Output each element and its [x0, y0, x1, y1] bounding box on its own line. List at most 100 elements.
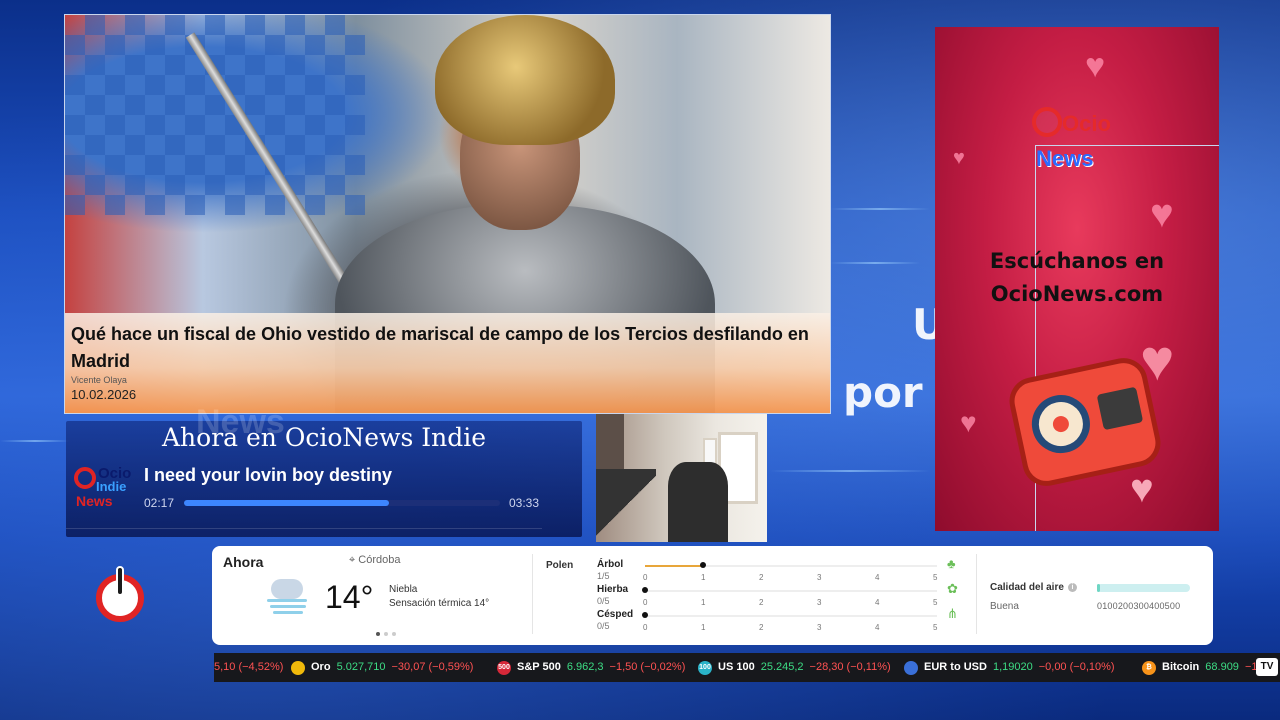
pollen-tick: 5 — [933, 623, 938, 632]
ocionews-ad-banner[interactable]: ♥ ♥ ♥ ♥ ♥ ♥ Ocio News Escúchanos en Ocio… — [935, 27, 1219, 531]
ticker-symbol-icon: ₿ — [1142, 660, 1156, 675]
pollen-tick: 3 — [817, 623, 822, 632]
power-ring-icon — [1032, 107, 1062, 137]
pollen-tick: 2 — [759, 598, 764, 607]
fog-line — [267, 599, 307, 602]
ticker-symbol-icon: 500 — [497, 660, 511, 675]
pollen-marker — [642, 587, 648, 593]
news-date: 10.02.2026 — [71, 387, 137, 402]
pollen-tick: 0 — [643, 598, 648, 607]
market-ticker: 5,10 (−4,52%) Oro 5.027,710 −30,07 (−0,59%)… — [214, 653, 1280, 682]
weather-now-label: Ahora — [223, 554, 264, 570]
ticker-item[interactable]: 5,10 (−4,52%) — [214, 653, 283, 682]
pollen-row: Césped 0/5 0 1 2 3 4 5 ⋔ — [597, 606, 967, 634]
carousel-dot[interactable] — [376, 632, 380, 636]
ticker-item[interactable]: ₿ Bitcoin 68.909 −1 — [1142, 653, 1257, 682]
song-title: I need your lovin boy destiny — [144, 465, 393, 485]
cam-chair — [668, 462, 728, 542]
pollen-fill — [645, 565, 703, 567]
pollen-tick: 0 — [643, 623, 648, 632]
ticker-price: 1,19020 — [992, 661, 1033, 673]
news-photo-flag — [65, 15, 365, 215]
ticker-change: −1,50 (−0,02%) — [609, 661, 686, 673]
air-quality-value: Buena — [990, 601, 1019, 612]
herb-icon: ✿ — [947, 581, 958, 596]
pollen-name: Césped — [597, 609, 634, 620]
background-light-streak — [0, 440, 70, 442]
pollen-value: 1/5 — [597, 571, 610, 581]
air-quality-title: Calidad del aire i — [990, 582, 1077, 593]
news-author: Vicente Olaya — [71, 375, 127, 385]
pollen-name: Árbol — [597, 559, 624, 570]
power-ring-icon — [74, 467, 96, 489]
ticker-item[interactable]: Oro 5.027,710 −30,07 (−0,59%) — [291, 653, 473, 682]
webcam-view — [596, 414, 767, 542]
grass-icon: ⋔ — [947, 606, 958, 621]
feels-like: Sensación térmica 14° — [389, 598, 490, 609]
tradingview-logo[interactable]: TV — [1256, 658, 1278, 676]
pollen-track — [642, 587, 937, 593]
carousel-dot[interactable] — [384, 632, 388, 636]
location-name: Córdoba — [358, 554, 401, 566]
ocionews-logo: Ocio News — [1032, 107, 1219, 531]
progress-bar[interactable] — [184, 500, 500, 506]
elapsed-time: 02:17 — [144, 496, 175, 510]
ticker-name: US 100 — [718, 661, 755, 673]
ticker-change: 5,10 (−4,52%) — [214, 661, 284, 673]
location-pin-icon: ⌖ — [349, 554, 356, 566]
weather-location[interactable]: ⌖ Córdoba — [349, 554, 400, 567]
cam-wall-shadow — [596, 414, 624, 474]
fog-icon — [267, 579, 311, 615]
tree-icon: ♣ — [947, 556, 956, 571]
ad-text: Escúchanos en OcioNews.com — [935, 245, 1219, 311]
heart-icon: ♥ — [953, 147, 965, 169]
pollen-row: Hierba 0/5 0 1 2 3 4 5 ✿ — [597, 581, 967, 609]
news-card[interactable]: Qué hace un fiscal de Ohio vestido de ma… — [64, 14, 831, 414]
pollen-track — [642, 612, 937, 618]
background-light-streak — [770, 470, 930, 472]
pollen-tick: 3 — [817, 573, 822, 582]
player-title: Ahora en OcioNews Indie — [162, 423, 487, 452]
radio-speaker — [1096, 386, 1144, 431]
air-quality-label: Calidad del aire — [990, 582, 1064, 593]
logo-top: Ocio — [1062, 111, 1111, 136]
ad-line-2: OcioNews.com — [990, 282, 1164, 306]
air-quality-scale: 0100200300400500 — [1097, 601, 1181, 611]
pollen-tick: 5 — [933, 598, 938, 607]
power-button[interactable] — [96, 566, 144, 622]
background-light-streak — [830, 208, 930, 210]
ticker-item[interactable]: EUR to USD 1,19020 −0,00 (−0,10%) — [904, 653, 1115, 682]
ticker-name: EUR to USD — [924, 661, 987, 673]
carousel-dot[interactable] — [392, 632, 396, 636]
pollen-track — [645, 562, 937, 568]
ticker-item[interactable]: 100 US 100 25.245,2 −28,30 (−0,11%) — [698, 653, 891, 682]
ticker-change: −0,00 (−0,10%) — [1038, 661, 1115, 673]
news-caption: Qué hace un fiscal de Ohio vestido de ma… — [65, 313, 830, 413]
power-icon-bar — [116, 566, 124, 596]
heart-icon: ♥ — [960, 407, 977, 438]
cam-stairs — [596, 469, 656, 542]
logo-line-2: Indie — [96, 479, 127, 494]
pollen-tick: 1 — [701, 598, 706, 607]
fog-line — [273, 611, 303, 614]
ticker-change: −28,30 (−0,11%) — [809, 661, 891, 673]
pollen-tick: 1 — [701, 623, 706, 632]
ticker-item[interactable]: 500 S&P 500 6.962,3 −1,50 (−0,02%) — [497, 653, 685, 682]
pollen-tick: 5 — [933, 573, 938, 582]
background-text-fragment: por — [843, 368, 923, 417]
carousel-dots[interactable] — [376, 632, 396, 636]
fog-line — [270, 605, 306, 608]
ticker-name: S&P 500 — [517, 661, 561, 673]
logo-line-3: News — [76, 493, 113, 509]
news-headline[interactable]: Qué hace un fiscal de Ohio vestido de ma… — [71, 321, 824, 375]
ticker-name: Oro — [311, 661, 331, 673]
weather-widget: Ahora ⌖ Córdoba 14° Niebla Sensación tér… — [212, 546, 1213, 645]
info-icon[interactable]: i — [1067, 582, 1077, 592]
ticker-name: Bitcoin — [1162, 661, 1200, 673]
pollen-marker — [700, 562, 706, 568]
pollen-tick: 2 — [759, 573, 764, 582]
divider — [66, 528, 542, 529]
weather-condition: Niebla — [389, 584, 418, 595]
radio-player: News Ahora en OcioNews Indie Ocio Indie … — [66, 403, 582, 537]
pollen-tick: 2 — [759, 623, 764, 632]
